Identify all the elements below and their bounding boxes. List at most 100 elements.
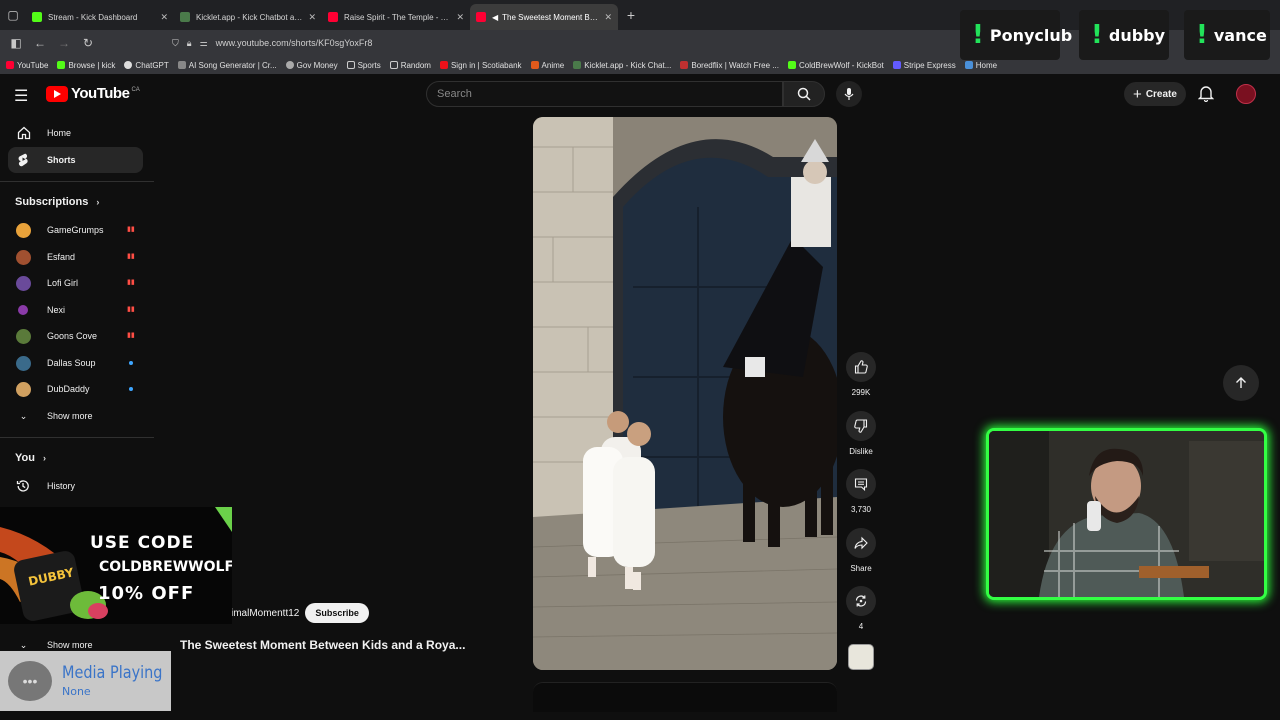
- tab-close-icon[interactable]: ✕: [456, 12, 464, 23]
- shield-icon[interactable]: ⛉: [172, 38, 179, 49]
- show-more-subscriptions[interactable]: ⌄ Show more: [8, 405, 143, 427]
- menu-icon[interactable]: ☰: [14, 86, 28, 106]
- remix-button[interactable]: [846, 586, 876, 616]
- tab-close-icon[interactable]: ✕: [604, 12, 612, 23]
- back-arrow-icon[interactable]: ←: [28, 36, 52, 50]
- sidebar-item-shorts[interactable]: Shorts: [8, 147, 143, 173]
- channel-name: DubDaddy: [47, 384, 90, 394]
- like-button[interactable]: [846, 352, 876, 382]
- bookmark-item[interactable]: YouTube: [6, 61, 48, 70]
- bookmark-label: ColdBrewWolf - KickBot: [798, 60, 884, 70]
- site-settings-icon[interactable]: ⚌: [200, 38, 208, 49]
- voice-search-button[interactable]: [836, 81, 862, 107]
- create-button[interactable]: + Create: [1124, 82, 1186, 106]
- video-frame: [533, 117, 837, 670]
- chat-user-name: Ponyclub: [989, 25, 1073, 45]
- bookmark-item[interactable]: Kicklet.app - Kick Chat...: [573, 61, 671, 70]
- like-count: 299K: [851, 388, 871, 397]
- lock-icon[interactable]: 🔒︎: [187, 38, 192, 49]
- chat-user-name: dubby: [1108, 25, 1166, 45]
- account-avatar[interactable]: [1236, 84, 1256, 104]
- sidebar-toggle-icon[interactable]: ◧: [4, 36, 28, 50]
- browser-tab[interactable]: Stream - Kick Dashboard ✕: [26, 4, 174, 30]
- sidebar-item-subscription[interactable]: Dallas Soup: [8, 352, 143, 374]
- channel-name: Goons Cove: [47, 331, 98, 341]
- remix-action: 4: [845, 586, 877, 631]
- chat-alert-chip: ! vance: [1184, 10, 1270, 60]
- next-short-preview[interactable]: [533, 682, 837, 712]
- sidebar-item-subscription[interactable]: Nexi ▮▮: [8, 299, 143, 321]
- remix-icon: [855, 595, 867, 607]
- sidebar-item-subscription[interactable]: GameGrumps ▮▮: [8, 219, 143, 241]
- you-heading[interactable]: You ›: [15, 452, 46, 464]
- chevron-down-icon: ⌄: [19, 410, 28, 421]
- webcam-feed: [989, 431, 1264, 597]
- bookmark-item[interactable]: Gov Money: [285, 61, 338, 70]
- bookmark-item[interactable]: Sign in | Scotiabank: [439, 61, 522, 70]
- tab-audio-icon[interactable]: ◀: [492, 13, 498, 22]
- short-title[interactable]: The Sweetest Moment Between Kids and a R…: [180, 638, 465, 652]
- browser-tab-active[interactable]: ◀ The Sweetest Moment Betw ✕: [470, 4, 618, 30]
- bookmark-item[interactable]: Home: [964, 61, 997, 70]
- reload-icon[interactable]: ↻: [76, 36, 100, 50]
- channel-name-link[interactable]: imalMomentt12: [231, 608, 299, 619]
- browser-tab[interactable]: Kicklet.app - Kick Chatbot and C ✕: [174, 4, 322, 30]
- address-bar[interactable]: ⛉ 🔒︎ ⚌ www.youtube.com/shorts/KF0sgYoxFr…: [172, 33, 952, 53]
- tab-close-icon[interactable]: ✕: [308, 12, 316, 23]
- bookmark-item[interactable]: ChatGPT: [124, 60, 169, 70]
- comments-action: 3,730: [845, 469, 877, 514]
- sidebar-item-subscription[interactable]: Goons Cove ▮▮: [8, 325, 143, 347]
- sound-thumbnail[interactable]: [848, 644, 874, 670]
- share-icon: [854, 536, 868, 550]
- tab-title: The Sweetest Moment Betw: [502, 12, 601, 22]
- remix-count: 4: [858, 622, 864, 631]
- bookmark-item[interactable]: Stripe Express: [892, 61, 956, 70]
- folder-icon: [346, 61, 355, 69]
- bookmark-label: Boredflix | Watch Free ...: [691, 60, 779, 70]
- browser-tab[interactable]: Raise Spirit - The Temple - YouT ✕: [322, 4, 470, 30]
- plus-icon: +: [1133, 85, 1142, 103]
- sidebar-item-subscription[interactable]: Lofi Girl ▮▮: [8, 272, 143, 294]
- new-tab-button[interactable]: +: [618, 7, 644, 23]
- bookmark-favicon-icon: [787, 61, 796, 69]
- search-button[interactable]: [783, 81, 825, 107]
- bookmark-label: YouTube: [17, 60, 49, 70]
- search-input[interactable]: [427, 82, 767, 106]
- thumbs-up-icon: [854, 360, 868, 374]
- dislike-button[interactable]: [846, 411, 876, 441]
- bookmark-folder[interactable]: Random: [389, 61, 431, 70]
- live-indicator-icon: ▮▮: [127, 279, 135, 286]
- sidebar-item-subscription[interactable]: DubDaddy: [8, 378, 143, 400]
- sidebar-item-label: Home: [47, 128, 72, 138]
- comments-button[interactable]: [846, 469, 876, 499]
- comment-icon: [854, 478, 868, 491]
- tab-favicon-icon: [328, 12, 338, 22]
- bookmark-item[interactable]: Browse | kick: [57, 61, 115, 70]
- sidebar-item-subscription[interactable]: Esfand ▮▮: [8, 246, 143, 268]
- sidebar-item-history[interactable]: History: [8, 475, 143, 497]
- bookmark-item[interactable]: ColdBrewWolf - KickBot: [787, 60, 884, 70]
- previous-short-button[interactable]: [1223, 365, 1259, 401]
- tab-search-icon[interactable]: ▢: [0, 0, 26, 30]
- globe-icon: [285, 61, 294, 69]
- tab-close-icon[interactable]: ✕: [160, 12, 168, 23]
- notifications-bell-icon[interactable]: [1197, 85, 1215, 107]
- youtube-play-icon: [46, 85, 68, 102]
- url-text[interactable]: www.youtube.com/shorts/KF0sgYoxFr8: [216, 38, 373, 48]
- youtube-logo[interactable]: YouTube CA: [46, 85, 140, 102]
- bookmark-item[interactable]: Anime: [530, 61, 564, 70]
- bookmark-label: ChatGPT: [135, 60, 169, 70]
- channel-name: Nexi: [47, 305, 66, 315]
- bookmark-item[interactable]: AI Song Generator | Cr...: [177, 61, 277, 70]
- bookmark-item[interactable]: Boredflix | Watch Free ...: [680, 61, 779, 70]
- tab-favicon-icon: [32, 12, 42, 22]
- new-content-dot: [129, 361, 133, 365]
- sidebar-item-home[interactable]: Home: [8, 120, 143, 146]
- youtube-header: ☰ YouTube CA + Create: [0, 74, 1280, 114]
- short-video-player[interactable]: [533, 117, 837, 670]
- subscriptions-heading[interactable]: Subscriptions ›: [15, 196, 99, 208]
- share-button[interactable]: [846, 528, 876, 558]
- bookmark-folder[interactable]: Sports: [346, 61, 381, 70]
- subscribe-button[interactable]: Subscribe: [305, 603, 369, 623]
- forward-arrow-icon[interactable]: →: [52, 36, 76, 50]
